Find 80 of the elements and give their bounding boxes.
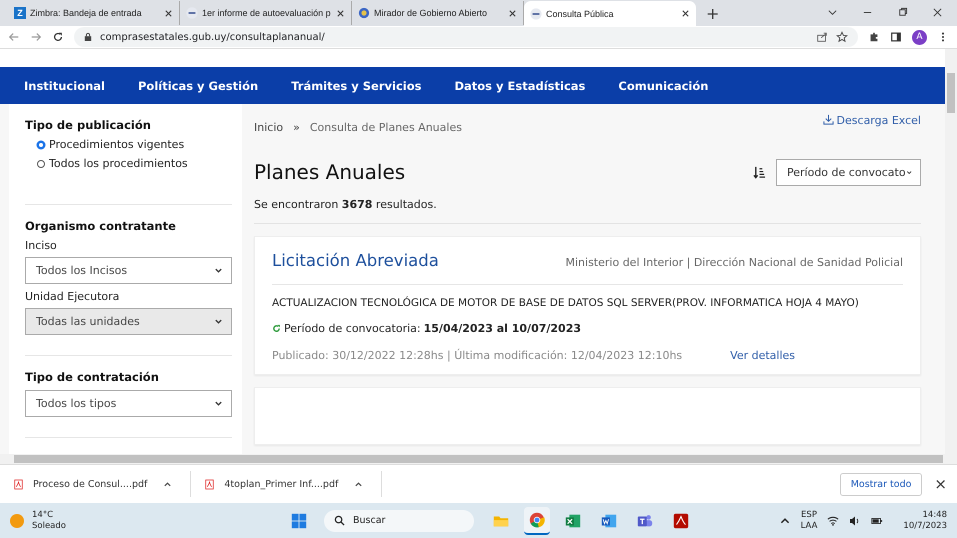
share-icon[interactable] (816, 31, 828, 43)
nav-link[interactable]: Institucional (24, 78, 105, 92)
restore-icon[interactable] (897, 7, 908, 18)
browser-tab[interactable]: Consulta Pública (524, 1, 696, 26)
new-tab-button[interactable]: + (706, 4, 720, 23)
site-icon (530, 8, 542, 20)
lock-icon (84, 32, 92, 42)
globe-icon (358, 7, 370, 19)
vertical-scrollbar[interactable] (945, 49, 957, 454)
download-item[interactable]: Proceso de Consul....pdf (0, 471, 192, 497)
results-count: Se encontraron 3678 resultados. (254, 198, 438, 211)
show-all-button[interactable]: Mostrar todo (840, 472, 922, 496)
site-icon (186, 7, 198, 19)
search-icon (334, 515, 345, 526)
temperature-text: 14°C (32, 510, 54, 520)
sort-icon[interactable] (753, 166, 766, 178)
nav-link[interactable]: Políticas y Gestión (138, 78, 258, 92)
nav-link[interactable]: Datos y Estadísticas (454, 78, 586, 92)
radio-option[interactable]: Procedimientos vigentes (37, 138, 232, 151)
close-icon[interactable] (681, 9, 690, 18)
filter-heading: Tipo de contratación (25, 370, 160, 384)
filter-heading: Organismo contratante (25, 219, 177, 233)
profile-avatar[interactable]: A (912, 30, 927, 44)
pdf-file-icon (205, 478, 214, 490)
breadcrumb-current: Consulta de Planes Anuales (310, 121, 462, 136)
clock-time[interactable]: 14:48 (922, 510, 947, 520)
chevron-down-icon (214, 317, 223, 326)
horizontal-scrollbar[interactable] (0, 454, 957, 464)
address-bar[interactable]: comprasestatales.gub.uy/consultaplananual/ (74, 27, 858, 47)
download-item[interactable]: 4toplan_Primer Inf....pdf (191, 471, 382, 497)
period-label: Período de convocatoria: (284, 322, 421, 335)
chevron-down-icon (214, 399, 223, 408)
chevron-up-icon[interactable] (163, 480, 172, 488)
back-arrow-icon[interactable] (8, 31, 20, 43)
field-label: Inciso (25, 239, 58, 252)
chevron-down-icon (214, 266, 223, 275)
dropdown[interactable]: Todos los tipos (25, 390, 232, 417)
nav-link[interactable]: Comunicación (618, 78, 708, 92)
card-title-link[interactable]: Licitación Abreviada (272, 251, 439, 270)
page-title: Planes Anuales (254, 160, 406, 184)
breadcrumb-separator: » (293, 121, 300, 136)
side-panel-icon[interactable] (890, 31, 902, 43)
browser-tab[interactable]: 1er informe de autoevaluación p (180, 1, 352, 25)
mail-app-icon: Z (14, 7, 26, 19)
puzzle-icon[interactable] (868, 31, 880, 43)
dropdown[interactable]: Todos los Incisos (25, 257, 232, 284)
start-icon[interactable] (290, 512, 308, 530)
details-link[interactable]: Ver detalles (730, 349, 796, 362)
organism-text: Ministerio del Interior | Dirección Nacional de Sanidad Policial (566, 256, 903, 269)
filter-heading: Tipo de publicación (25, 118, 152, 132)
publication-info: Publicado: 30/12/2022 12:28hs | Última modificación: 12/04/2023 12:10hs (272, 349, 682, 362)
close-icon[interactable] (508, 8, 517, 18)
browser-app-icon[interactable] (524, 506, 550, 534)
wifi-icon[interactable] (827, 514, 840, 526)
chevron-up-icon[interactable] (354, 480, 364, 488)
download-excel-link[interactable]: Descarga Excel (822, 114, 921, 154)
language-text[interactable]: ESP (801, 510, 817, 520)
close-icon[interactable] (336, 8, 345, 18)
close-icon[interactable] (932, 7, 943, 18)
breadcrumb-link[interactable]: Inicio (254, 121, 284, 154)
sun-icon (10, 514, 24, 528)
browser-tab[interactable]: Z Zimbra: Bandeja de entrada (8, 1, 180, 25)
forward-arrow-icon[interactable] (30, 31, 42, 43)
download-icon (822, 114, 834, 125)
star-icon[interactable] (836, 31, 848, 43)
close-icon[interactable] (164, 8, 173, 18)
refresh-icon (272, 324, 281, 333)
sort-dropdown[interactable]: Período de convocato (776, 158, 921, 186)
reload-icon[interactable] (52, 31, 64, 43)
taskbar-search-field[interactable]: Buscar (324, 510, 474, 532)
pdf-file-icon (14, 478, 23, 490)
close-downloads-button[interactable]: × (934, 475, 947, 493)
radio-option[interactable]: Todos los procedimientos (37, 157, 232, 170)
field-label: Unidad Ejecutora (25, 290, 120, 303)
period-dates: 15/04/2023 al 10/07/2023 (424, 322, 582, 335)
keyboard-layout-text[interactable]: LAA (800, 520, 818, 532)
clock-date[interactable]: 10/7/2023 (903, 520, 947, 532)
description-text: ACTUALIZACION TECNOLÓGICA DE MOTOR DE BASE DE DATOS SQL SERVER(PROV. INFORMATICA HOJA 4 MAYO) (272, 297, 860, 309)
weather-text: Soleado (32, 520, 66, 532)
nav-link[interactable]: Trámites y Servicios (291, 78, 422, 92)
